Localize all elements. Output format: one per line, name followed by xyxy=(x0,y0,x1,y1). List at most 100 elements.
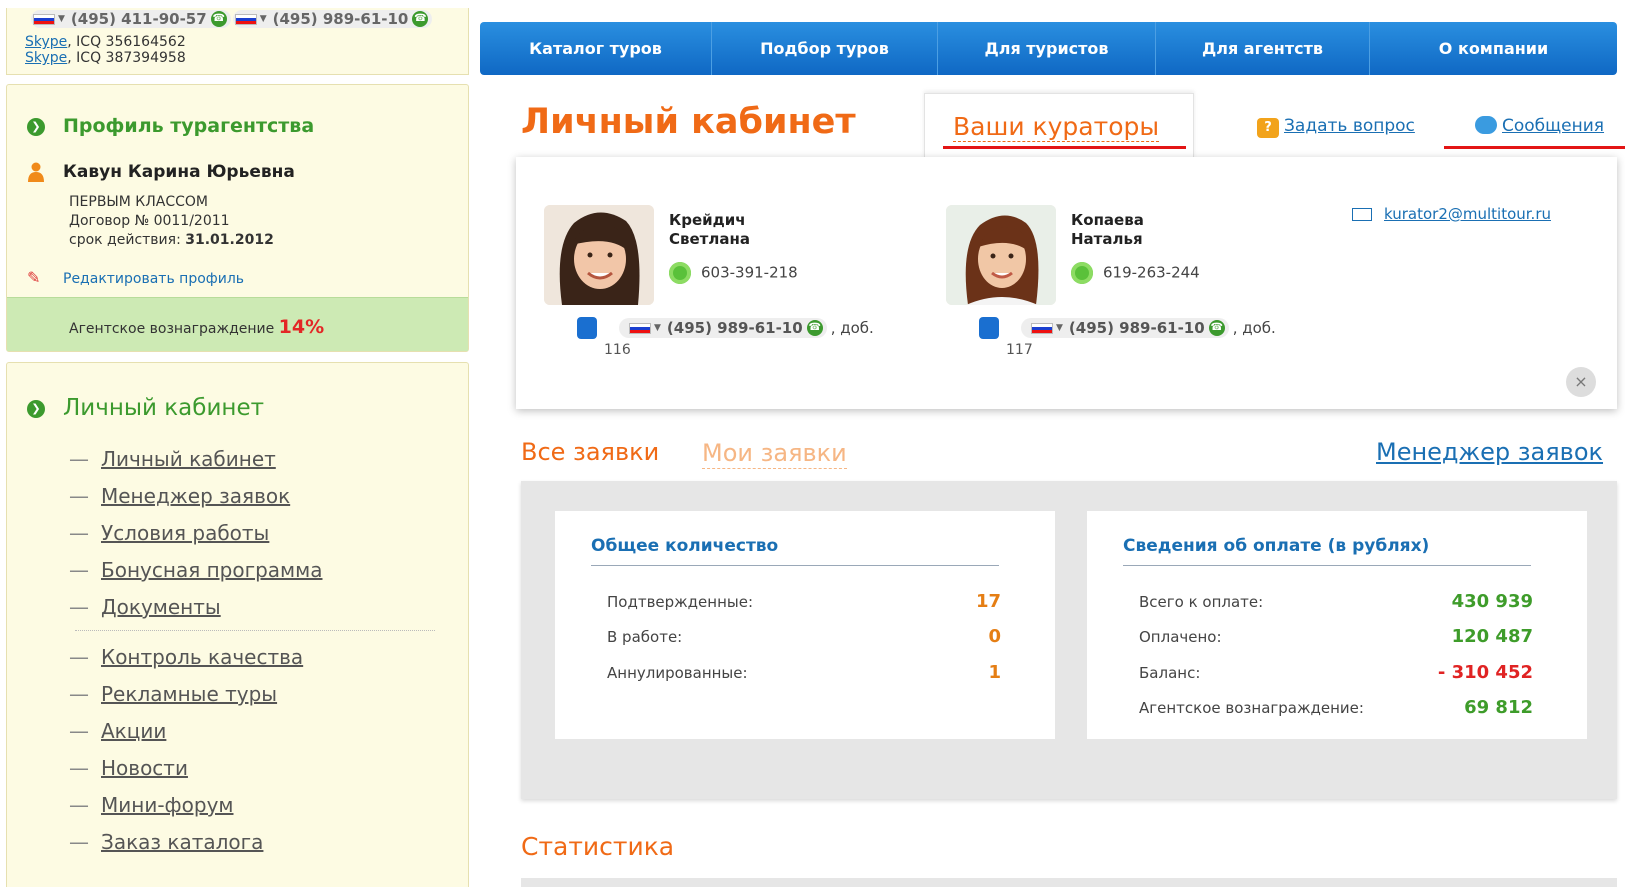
payments-title: Сведения об оплате (в рублях) xyxy=(1123,536,1430,556)
edit-profile-link[interactable]: ✎ Редактировать профиль xyxy=(27,268,244,287)
russia-flag-icon xyxy=(1031,322,1053,334)
phone-handset-icon[interactable] xyxy=(979,317,999,339)
menu-item-promo-tours: — Рекламные туры xyxy=(69,682,278,706)
profile-details: ПЕРВЫМ КЛАССОМ Договор № 0011/2011 срок … xyxy=(69,193,274,250)
skype-link[interactable]: Skype xyxy=(25,50,67,66)
curator-phone: ▼ (495) 989-61-10 ☎ , доб. xyxy=(979,317,1276,339)
chevron-down-icon[interactable]: ▼ xyxy=(654,323,661,333)
person-icon xyxy=(28,162,44,182)
highlight-underline xyxy=(1444,146,1625,149)
menu-item-cabinet: — Личный кабинет xyxy=(69,447,276,471)
phone-pill[interactable]: ▼ (495) 989-61-10 ☎ xyxy=(1021,318,1229,338)
curator-extension: 116 xyxy=(604,342,631,358)
main-navigation: Каталог туров Подбор туров Для туристов … xyxy=(480,22,1617,75)
totals-row-value: 17 xyxy=(975,591,1001,612)
skype-row: Skype, ICQ 356164562Skype, ICQ 387394958 xyxy=(25,34,468,66)
nav-for-agencies[interactable]: Для агентств xyxy=(1156,22,1370,75)
menu-item-order-manager: — Менеджер заявок xyxy=(69,484,291,508)
orders-summary: Общее количество Подтвержденные: 17 В ра… xyxy=(521,481,1617,799)
totals-row-label: Аннулированные: xyxy=(607,664,748,682)
tab-curators[interactable]: Ваши кураторы xyxy=(924,93,1194,159)
menu-item-bonus: — Бонусная программа xyxy=(69,558,323,582)
messages-link[interactable]: Сообщения xyxy=(1475,116,1604,136)
reward-value: 14% xyxy=(278,316,325,338)
curator-name: Копаева Наталья xyxy=(1071,211,1144,248)
icq-flower-icon xyxy=(1071,262,1093,284)
divider xyxy=(1123,565,1531,566)
phone-number: (495) 989-61-10 xyxy=(272,10,409,28)
profile-user-name: Кавун Карина Юрьевна xyxy=(27,162,295,182)
curator-email: kurator2@multitour.ru xyxy=(1352,205,1551,223)
icq-number: , ICQ 356164562 xyxy=(67,34,186,50)
call-icon[interactable]: ☎ xyxy=(806,320,823,336)
cabinet-menu-panel: ❯ Личный кабинет — Личный кабинет — Менедже… xyxy=(6,362,469,887)
menu-item-quality: — Контроль качества xyxy=(69,645,304,669)
nav-about[interactable]: О компании xyxy=(1370,22,1617,75)
curator-icq: 619-263-244 xyxy=(1071,262,1200,284)
menu-item-catalog-order: — Заказ каталога xyxy=(69,830,264,854)
agency-profile-panel: ❯ Профиль турагентства Кавун Карина Юрьев… xyxy=(6,84,469,352)
tab-curators-label: Ваши кураторы xyxy=(953,112,1160,142)
call-icon[interactable]: ☎ xyxy=(412,11,429,27)
statistics-panel xyxy=(521,878,1617,887)
icq-flower-icon xyxy=(669,262,691,284)
tab-my-orders[interactable]: Мои заявки xyxy=(702,438,847,469)
menu-item-documents: — Документы xyxy=(69,595,221,619)
statistics-title: Статистика xyxy=(521,832,675,861)
close-icon[interactable]: × xyxy=(1566,367,1596,397)
russia-flag-icon xyxy=(33,13,55,25)
payments-row-value: 430 939 xyxy=(1451,591,1533,612)
payments-row-value: 69 812 xyxy=(1464,697,1533,718)
chevron-down-icon[interactable]: ▼ xyxy=(1056,323,1063,333)
curator-photo xyxy=(946,205,1056,305)
ask-question-link[interactable]: ? Задать вопрос xyxy=(1257,116,1415,138)
curator-name: Крейдич Светлана xyxy=(669,211,750,248)
chevron-circle-icon: ❯ xyxy=(27,399,45,418)
payments-row-value: - 310 452 xyxy=(1437,662,1533,683)
profile-title: ❯ Профиль турагентства xyxy=(27,115,314,137)
phone-handset-icon[interactable] xyxy=(577,317,597,339)
contact-phones-block: ▼ (495) 411-90-57 ☎ ▼ (495) 989-61-10 ☎ … xyxy=(6,8,469,75)
menu-item-forum: — Мини-форум xyxy=(69,793,234,817)
nav-for-tourists[interactable]: Для туристов xyxy=(938,22,1156,75)
tab-all-orders[interactable]: Все заявки xyxy=(521,438,659,466)
pencil-icon: ✎ xyxy=(27,268,41,287)
call-icon[interactable]: ☎ xyxy=(1208,320,1225,336)
russia-flag-icon xyxy=(629,322,651,334)
chevron-down-icon[interactable]: ▼ xyxy=(58,14,65,24)
payments-card: Сведения об оплате (в рублях) Всего к оп… xyxy=(1087,511,1587,739)
payments-row-label: Всего к оплате: xyxy=(1139,593,1264,611)
call-icon[interactable]: ☎ xyxy=(210,11,227,27)
totals-row-label: Подтвержденные: xyxy=(607,593,754,611)
company-name: ПЕРВЫМ КЛАССОМ xyxy=(69,194,208,210)
nav-tour-search[interactable]: Подбор туров xyxy=(712,22,938,75)
icq-number: , ICQ 387394958 xyxy=(67,50,186,66)
nav-catalog[interactable]: Каталог туров xyxy=(480,22,712,75)
phone-pill-1[interactable]: ▼ (495) 411-90-57 ☎ xyxy=(31,10,231,28)
chevron-down-icon[interactable]: ▼ xyxy=(260,14,267,24)
totals-row-value: 1 xyxy=(988,662,1001,683)
curator-icq: 603-391-218 xyxy=(669,262,798,284)
phone-pill[interactable]: ▼ (495) 989-61-10 ☎ xyxy=(619,318,827,338)
menu-item-offers: — Акции xyxy=(69,719,167,743)
payments-row-label: Агентское вознаграждение: xyxy=(1139,699,1364,717)
skype-link[interactable]: Skype xyxy=(25,34,67,50)
phone-row: ▼ (495) 411-90-57 ☎ ▼ (495) 989-61-10 ☎ xyxy=(31,10,434,28)
phone-number: (495) 411-90-57 xyxy=(70,10,207,28)
curator-email-link[interactable]: kurator2@multitour.ru xyxy=(1384,205,1551,223)
payments-row-value: 120 487 xyxy=(1451,626,1533,647)
totals-row-label: В работе: xyxy=(607,628,683,646)
menu-list: — Личный кабинет — Менеджер заявок — Услови… xyxy=(69,441,435,861)
menu-title: ❯ Личный кабинет xyxy=(27,395,264,421)
contract-number: Договор № 0011/2011 xyxy=(69,213,230,229)
contract-validity: срок действия: 31.01.2012 xyxy=(69,232,274,248)
order-manager-link[interactable]: Менеджер заявок xyxy=(1376,438,1603,466)
question-icon: ? xyxy=(1257,118,1279,138)
curator-photo xyxy=(544,205,654,305)
totals-title: Общее количество xyxy=(591,536,779,556)
curators-panel: Крейдич Светлана 603-391-218 ▼ (495) 989-… xyxy=(516,157,1617,409)
phone-pill-2[interactable]: ▼ (495) 989-61-10 ☎ xyxy=(232,10,433,28)
divider xyxy=(591,565,999,566)
russia-flag-icon xyxy=(234,13,257,25)
curator-phone: ▼ (495) 989-61-10 ☎ , доб. xyxy=(577,317,874,339)
